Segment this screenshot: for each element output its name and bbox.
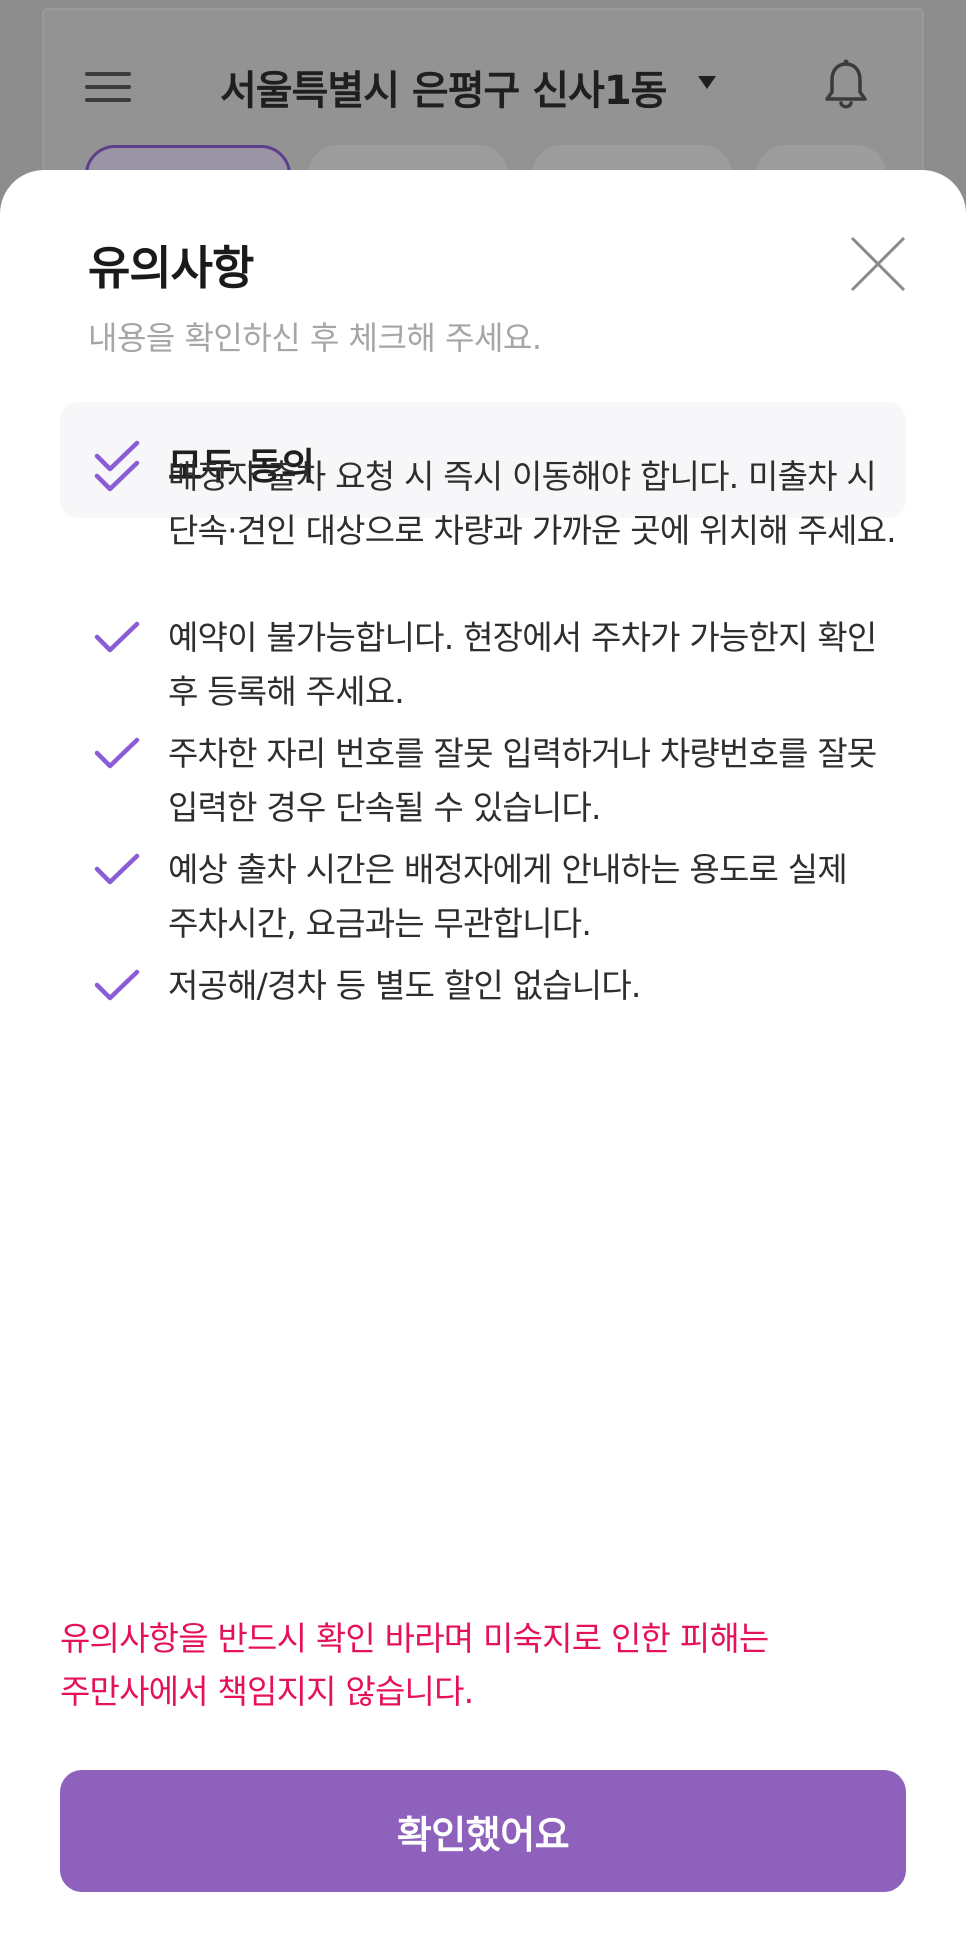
caret-down-icon (698, 76, 716, 89)
sheet-subtitle: 내용을 확인하신 후 체크해 주세요. (88, 319, 542, 357)
check-icon (94, 969, 140, 1001)
check-icon (94, 737, 140, 769)
confirm-button[interactable]: 확인했어요 (60, 1770, 906, 1892)
notice-item-text: 예약이 불가능합니다. 현장에서 주차가 가능한지 확인 후 등록해 주세요. (168, 618, 877, 711)
notice-item-text: 저공해/경차 등 별도 할인 없습니다. (168, 966, 641, 1005)
disclaimer-text: 유의사항을 반드시 확인 바라며 미숙지로 인한 피해는 주만사에서 책임지지 … (60, 1619, 769, 1711)
bell-icon (825, 59, 867, 109)
notice-item-text: 예상 출차 시간은 배정자에게 안내하는 용도로 실제 주차시간, 요금과는 무… (168, 850, 848, 943)
check-icon (94, 621, 140, 653)
check-icon (94, 853, 140, 885)
check-icon (94, 460, 140, 492)
sheet-title: 유의사항 (88, 241, 254, 295)
close-icon[interactable] (848, 234, 908, 294)
notice-item-text: 배정자 출차 요청 시 즉시 이동해야 합니다. 미출차 시 단속·견인 대상으… (168, 457, 897, 550)
hamburger-icon (85, 72, 131, 102)
location-selector: 서울특별시 은평구 신사1동 (220, 68, 667, 114)
notice-item-text: 주차한 자리 번호를 잘못 입력하거나 차량번호를 잘못 입력한 경우 단속될 … (168, 734, 877, 827)
notice-bottom-sheet: 유의사항 내용을 확인하신 후 체크해 주세요. 모두 동의 배정자 출차 요청… (0, 170, 966, 1951)
